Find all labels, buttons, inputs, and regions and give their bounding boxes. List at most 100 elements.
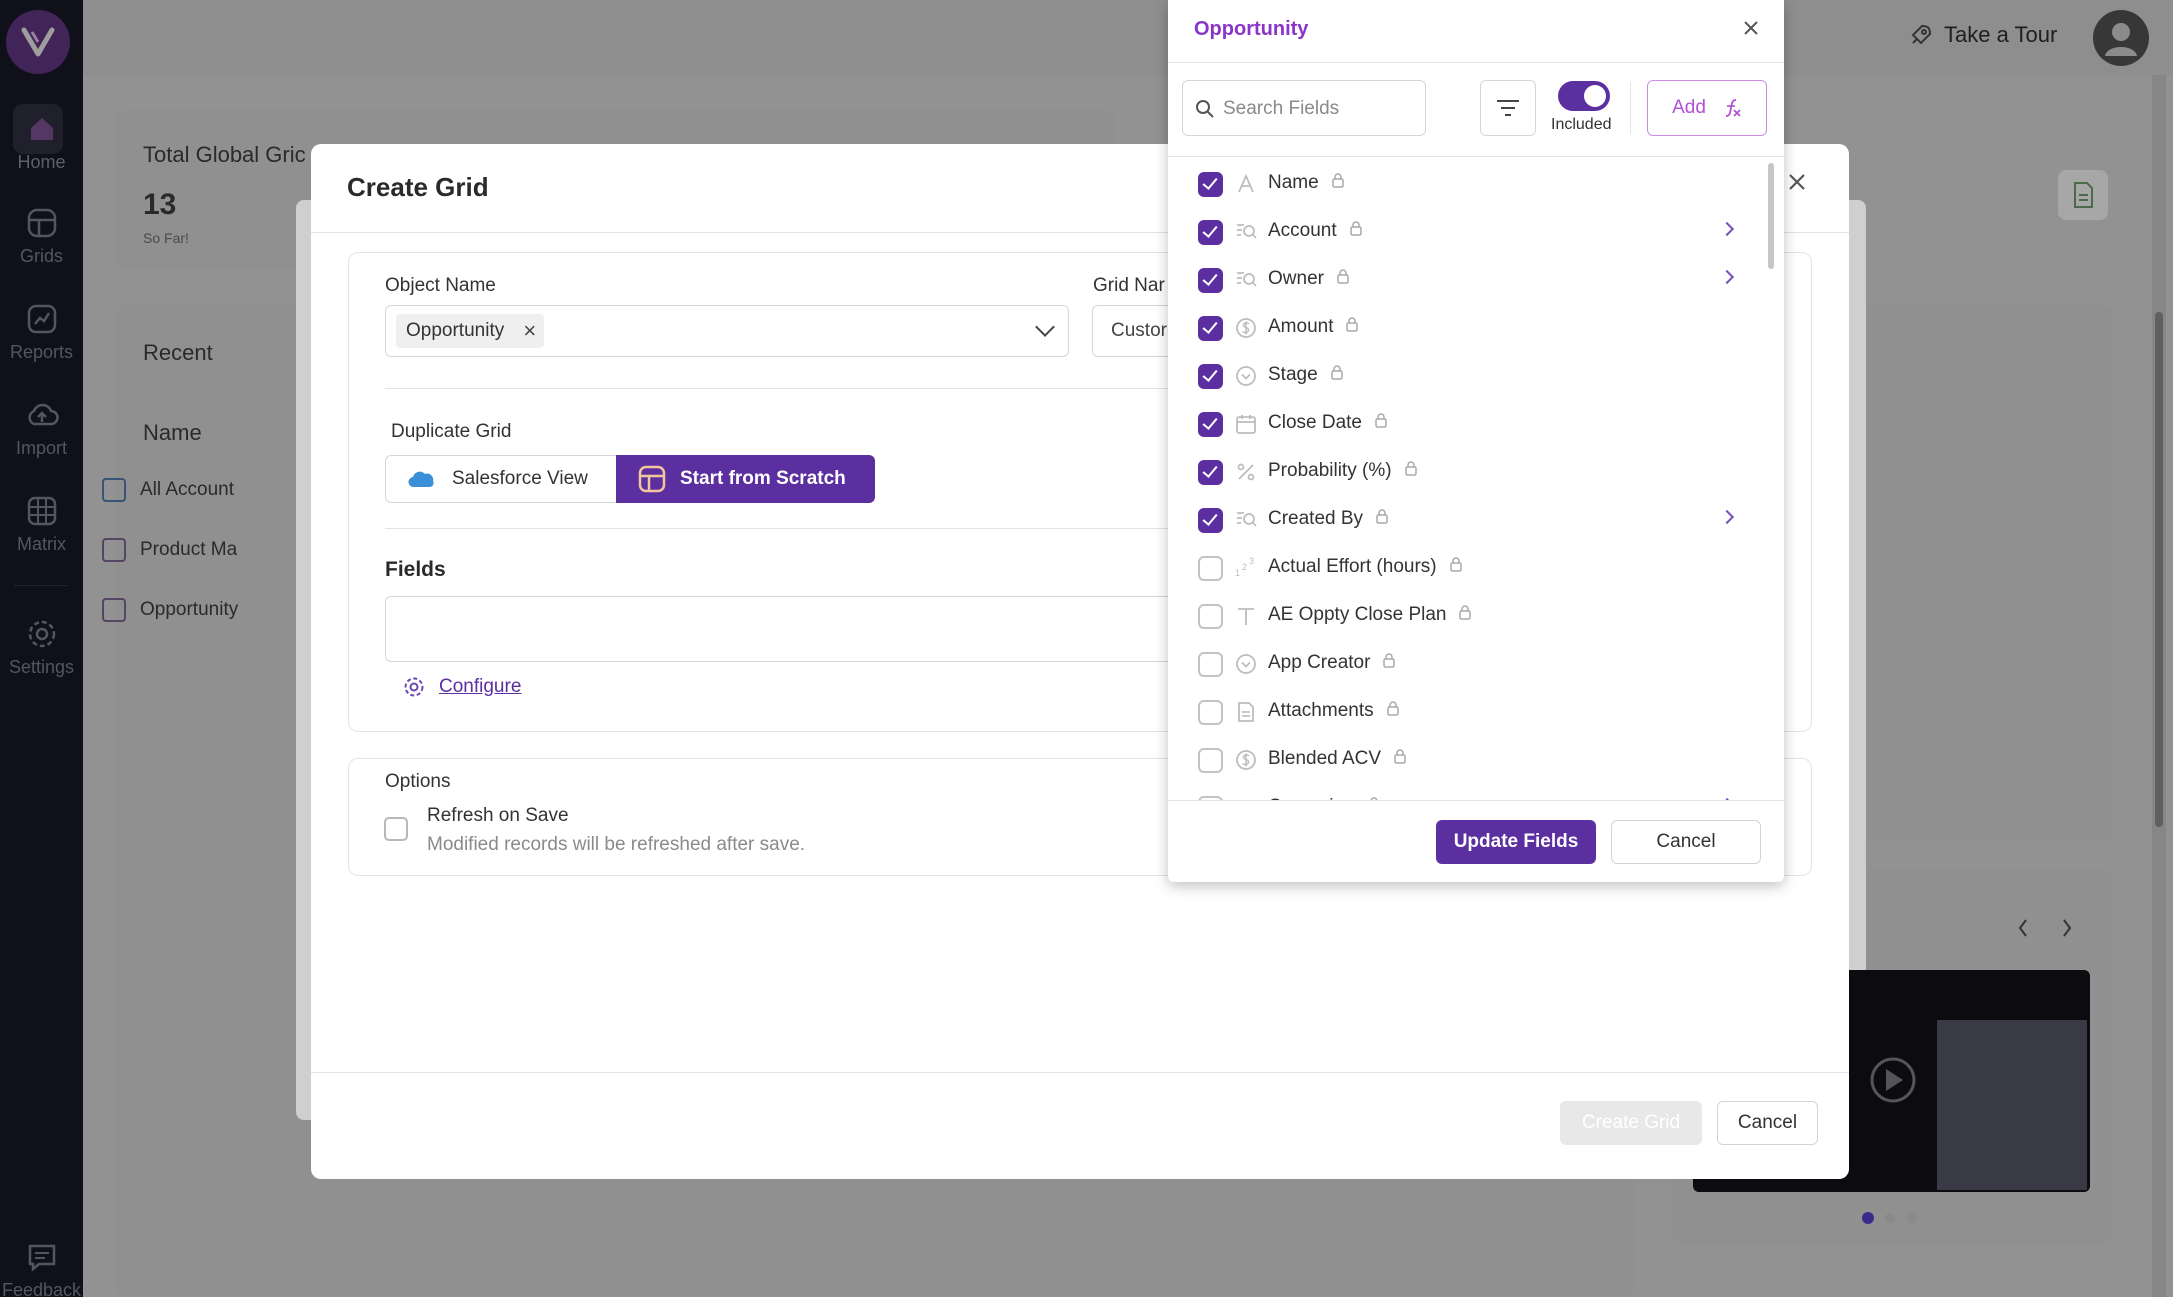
- search-icon: [1196, 100, 1214, 118]
- lock-icon: [1374, 412, 1388, 434]
- field-checkbox[interactable]: [1198, 412, 1223, 437]
- lock-icon: [1393, 748, 1407, 770]
- field-checkbox[interactable]: [1198, 268, 1223, 293]
- add-formula-button[interactable]: Add: [1647, 80, 1767, 136]
- percent-icon: [1237, 463, 1255, 481]
- field-name-text: Actual Effort (hours): [1268, 556, 1437, 577]
- configure-link[interactable]: Configure: [403, 676, 521, 698]
- remove-chip-icon[interactable]: ×: [523, 314, 536, 348]
- filter-button[interactable]: [1480, 80, 1536, 136]
- field-name-text: Close Date: [1268, 412, 1362, 433]
- divider: [385, 388, 1195, 389]
- lock-icon: [1336, 268, 1350, 290]
- create-grid-button[interactable]: Create Grid: [1560, 1101, 1702, 1145]
- start-from-scratch-label: Start from Scratch: [680, 468, 846, 489]
- field-checkbox[interactable]: [1198, 316, 1223, 341]
- field-row[interactable]: AE Oppty Close Plan: [1168, 592, 1784, 640]
- close-icon: [1744, 21, 1758, 35]
- search-fields[interactable]: [1182, 80, 1426, 136]
- field-row[interactable]: Name: [1168, 160, 1784, 208]
- fields-label: Fields: [385, 558, 446, 581]
- field-name-text: Amount: [1268, 316, 1334, 337]
- object-chip-label: Opportunity: [406, 320, 505, 341]
- field-checkbox[interactable]: [1198, 700, 1223, 725]
- cancel-button[interactable]: Cancel: [1717, 1101, 1818, 1145]
- field-row[interactable]: Campaign: [1168, 784, 1784, 800]
- carousel-dots[interactable]: [1860, 1210, 1920, 1226]
- number-icon: 123: [1235, 556, 1254, 578]
- document-icon: [2074, 182, 2093, 208]
- chevron-down-icon[interactable]: [1035, 317, 1055, 337]
- field-row[interactable]: Account: [1168, 208, 1784, 256]
- field-row[interactable]: Attachments: [1168, 688, 1784, 736]
- lock-icon: [1449, 556, 1463, 578]
- lock-icon: [1404, 460, 1418, 482]
- field-row[interactable]: Created By: [1168, 496, 1784, 544]
- text-a-icon: [1238, 173, 1254, 193]
- field-checkbox[interactable]: [1198, 508, 1223, 533]
- chevron-right-icon[interactable]: [1719, 221, 1735, 237]
- field-row[interactable]: Owner: [1168, 256, 1784, 304]
- field-name: Amount: [1268, 316, 1359, 338]
- modal-close-button[interactable]: [1787, 172, 1809, 194]
- chevron-right-icon[interactable]: [1719, 509, 1735, 525]
- refresh-on-save-checkbox[interactable]: [384, 817, 408, 841]
- field-name: Owner: [1268, 268, 1350, 290]
- duplicate-grid-label: Duplicate Grid: [391, 421, 512, 442]
- svg-text:3: 3: [1249, 556, 1254, 566]
- field-checkbox[interactable]: [1198, 748, 1223, 773]
- divider: [311, 1072, 1849, 1073]
- object-name-select[interactable]: Opportunity ×: [385, 305, 1069, 357]
- field-name: Account: [1268, 220, 1363, 242]
- field-name: Created By: [1268, 508, 1389, 530]
- field-checkbox[interactable]: [1198, 604, 1223, 629]
- start-from-scratch-option[interactable]: Start from Scratch: [616, 455, 875, 503]
- field-checkbox[interactable]: [1198, 172, 1223, 197]
- field-checkbox[interactable]: [1198, 460, 1223, 485]
- grid-icon: [638, 465, 666, 493]
- carousel-arrows[interactable]: [2018, 916, 2082, 940]
- field-row[interactable]: Blended ACV: [1168, 736, 1784, 784]
- field-checkbox[interactable]: [1198, 364, 1223, 389]
- salesforce-view-label: Salesforce View: [452, 468, 588, 489]
- fields-input[interactable]: [385, 596, 1195, 662]
- field-row[interactable]: Stage: [1168, 352, 1784, 400]
- field-name-text: Account: [1268, 220, 1337, 241]
- field-row[interactable]: Probability (%): [1168, 448, 1784, 496]
- field-checkbox[interactable]: [1198, 220, 1223, 245]
- field-row[interactable]: App Creator: [1168, 640, 1784, 688]
- chevron-right-icon[interactable]: [1719, 269, 1735, 285]
- divider: [1168, 62, 1784, 63]
- salesforce-cloud-icon: [408, 471, 434, 488]
- calendar-icon: [1236, 415, 1256, 434]
- gear-icon: [404, 677, 424, 697]
- field-row[interactable]: 1 2 3 Actual Effort (hours): [1168, 544, 1784, 592]
- field-checkbox[interactable]: [1198, 556, 1223, 581]
- field-name: Blended ACV: [1268, 748, 1407, 770]
- export-button[interactable]: [2058, 170, 2108, 220]
- search-input[interactable]: [1223, 95, 1413, 123]
- field-name-text: Name: [1268, 172, 1319, 193]
- included-label: Included: [1551, 116, 1612, 133]
- close-icon: [1789, 174, 1805, 190]
- field-name-text: App Creator: [1268, 652, 1371, 673]
- field-row[interactable]: Close Date: [1168, 400, 1784, 448]
- lock-icon: [1330, 364, 1344, 386]
- svg-text:1: 1: [1235, 568, 1240, 578]
- object-chip: Opportunity ×: [396, 314, 545, 348]
- lock-icon: [1345, 316, 1359, 338]
- field-row[interactable]: Amount: [1168, 304, 1784, 352]
- field-list-scrollbar[interactable]: [1768, 163, 1774, 269]
- panel-close-button[interactable]: [1742, 16, 1760, 44]
- lock-icon: [1331, 172, 1345, 194]
- field-name-text: Stage: [1268, 364, 1318, 385]
- panel-cancel-button[interactable]: Cancel: [1611, 820, 1761, 864]
- salesforce-view-option[interactable]: Salesforce View: [385, 455, 617, 503]
- included-toggle[interactable]: [1558, 81, 1610, 111]
- field-selector-panel: Opportunity Included Add Name Account Owne…: [1168, 0, 1784, 882]
- field-name-text: Created By: [1268, 508, 1364, 529]
- field-name: Probability (%): [1268, 460, 1418, 482]
- currency-icon: [1236, 318, 1256, 338]
- update-fields-button[interactable]: Update Fields: [1436, 820, 1596, 864]
- field-checkbox[interactable]: [1198, 652, 1223, 677]
